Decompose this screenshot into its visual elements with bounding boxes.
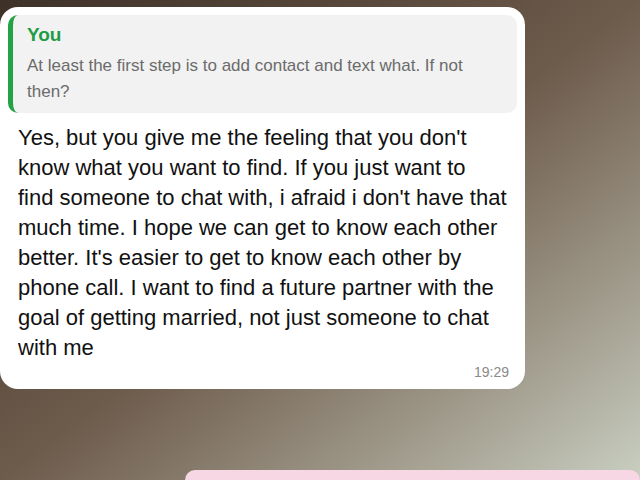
outgoing-message-bubble[interactable] — [185, 470, 640, 480]
quoted-message[interactable]: You At least the first step is to add con… — [8, 15, 517, 113]
quoted-author: You — [27, 23, 503, 47]
message-time: 19:29 — [474, 363, 509, 381]
chat-screen: You At least the first step is to add con… — [0, 0, 640, 480]
message-text: Yes, but you give me the feeling that yo… — [8, 113, 517, 363]
incoming-message-bubble[interactable]: You At least the first step is to add con… — [0, 7, 525, 389]
quoted-text: At least the first step is to add contac… — [27, 53, 503, 105]
